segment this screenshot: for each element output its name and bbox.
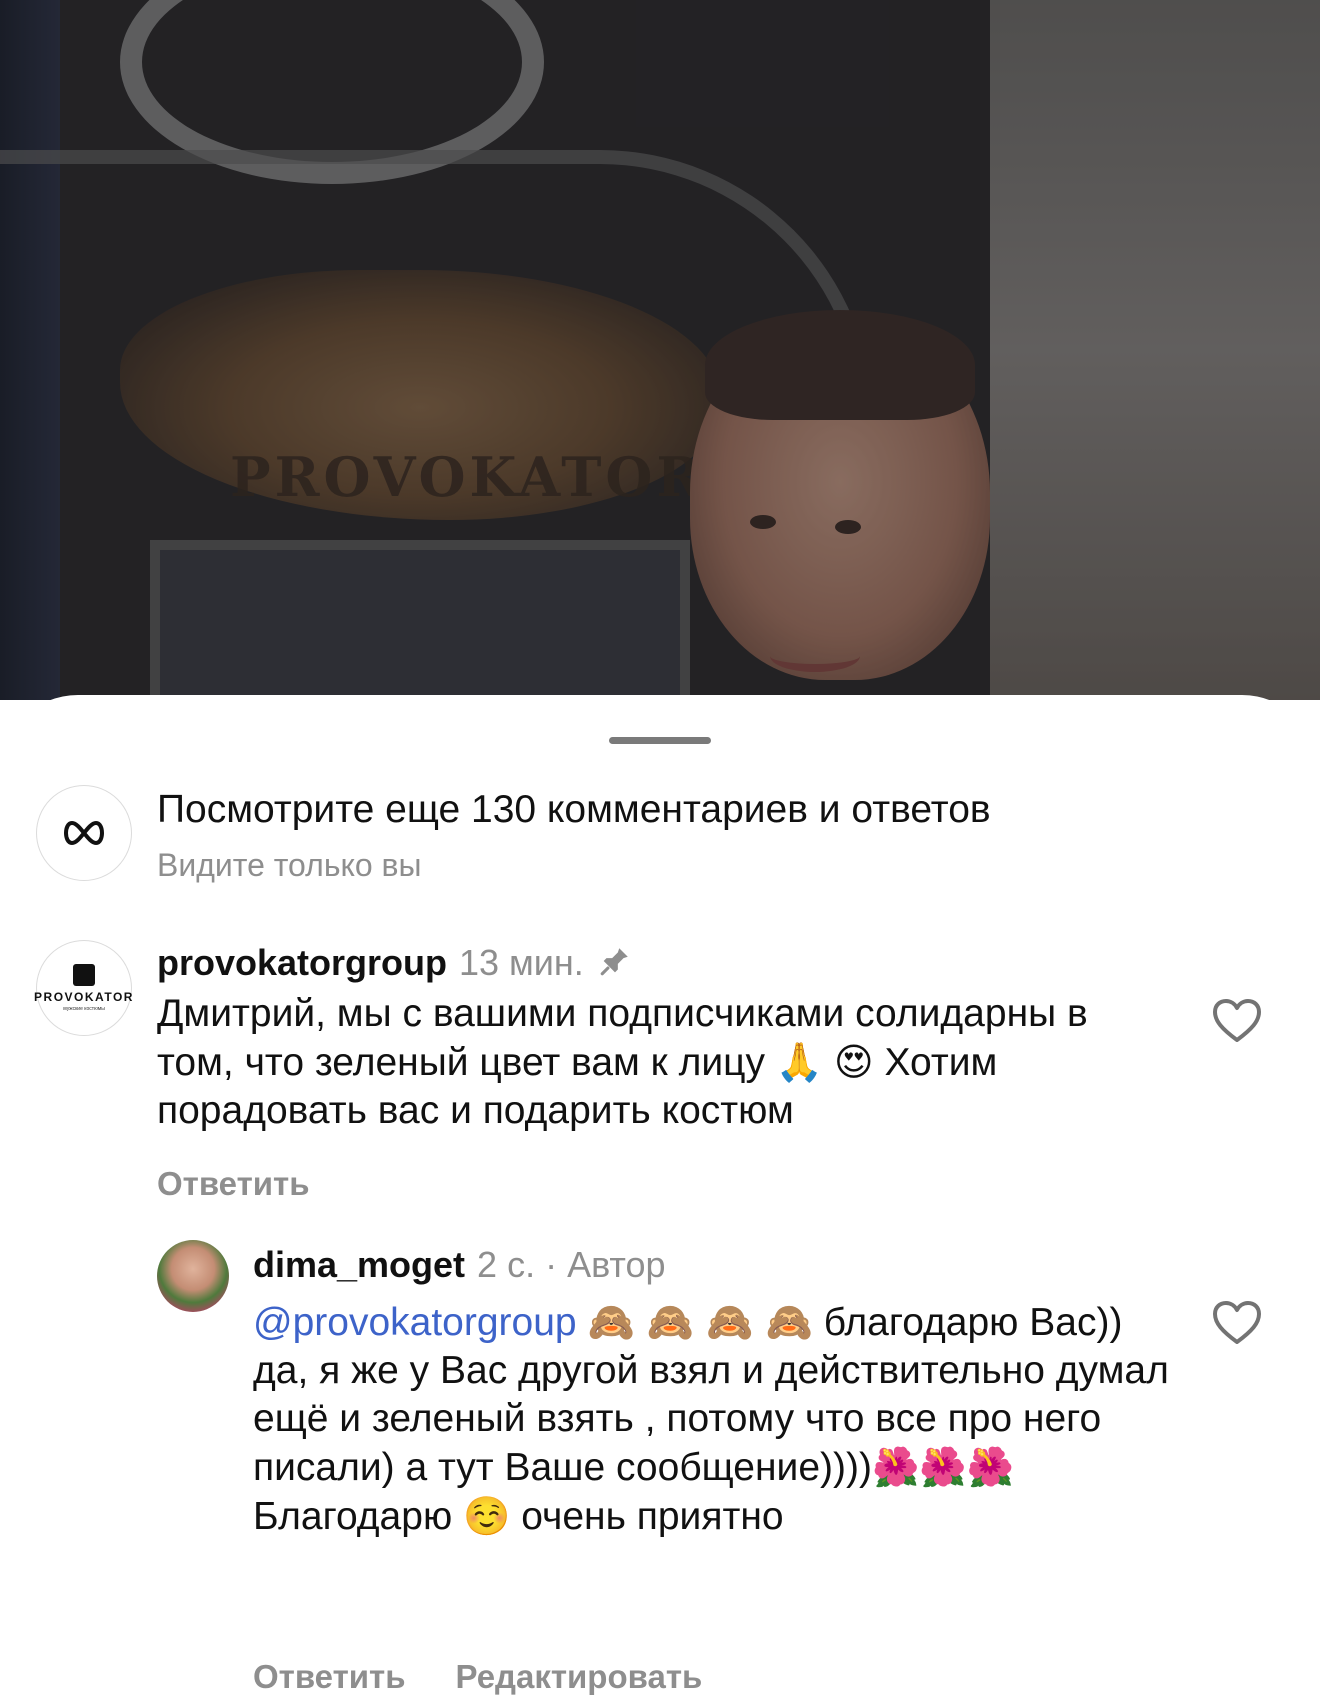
brand-logo-icon (73, 964, 95, 986)
comment-text: Дмитрий, мы с вашими подписчиками солида… (157, 990, 1167, 1135)
comment-actions: Ответить Редактировать (253, 1658, 702, 1696)
heart-eyes-emoji: 😍 (833, 1040, 874, 1084)
comment-username[interactable]: provokatorgroup (157, 942, 447, 983)
comment-text: @provokatorgroup 🙈 🙈 🙈 🙈 благодарю Вас))… (253, 1298, 1173, 1541)
comment-time: 13 мин. (459, 942, 584, 983)
pray-emoji: 🙏 (775, 1040, 824, 1084)
notice-title: Посмотрите еще 130 комментариев и ответо… (157, 788, 991, 831)
avatar[interactable]: PROVOKATOR мужские костюмы (34, 940, 134, 1036)
hibiscus-emoji: 🌺🌺🌺 (871, 1445, 1014, 1489)
meta-infinity-icon (36, 785, 132, 881)
avatar-logo-sub: мужские костюмы (63, 1006, 105, 1012)
comment-username[interactable]: dima_moget (253, 1244, 465, 1285)
comment-text-part: очень приятно (521, 1495, 784, 1538)
avatar[interactable] (157, 1240, 229, 1312)
comment-header: dima_moget 2 с. · Автор (253, 1244, 666, 1286)
see-no-evil-emoji: 🙈 🙈 🙈 🙈 (587, 1300, 813, 1344)
sheet-grabber[interactable] (609, 737, 711, 744)
comment-header: provokatorgroup 13 мин. (157, 942, 632, 987)
smile-emoji: ☺️ (463, 1494, 511, 1538)
heart-icon[interactable] (1212, 1300, 1262, 1346)
reply-button[interactable]: Ответить (157, 1165, 310, 1202)
avatar-logo-text: PROVOKATOR (34, 990, 134, 1004)
reply-button[interactable]: Ответить (253, 1658, 406, 1695)
pin-icon (598, 944, 632, 987)
notice-subtitle: Видите только вы (157, 847, 422, 883)
comment-time: 2 с. · Автор (477, 1244, 666, 1285)
comments-sheet: Посмотрите еще 130 комментариев и ответо… (0, 695, 1320, 1695)
heart-icon[interactable] (1212, 998, 1262, 1044)
comment-text-part: Благодарю (253, 1495, 453, 1538)
video-background[interactable]: PROVOKATOR (0, 0, 1320, 700)
mention-link[interactable]: @provokatorgroup (253, 1301, 577, 1344)
edit-button[interactable]: Редактировать (456, 1658, 703, 1695)
more-comments-notice[interactable]: Посмотрите еще 130 комментариев и ответо… (36, 785, 1276, 895)
comment-actions: Ответить (157, 1165, 310, 1203)
dim-overlay (0, 0, 1320, 700)
